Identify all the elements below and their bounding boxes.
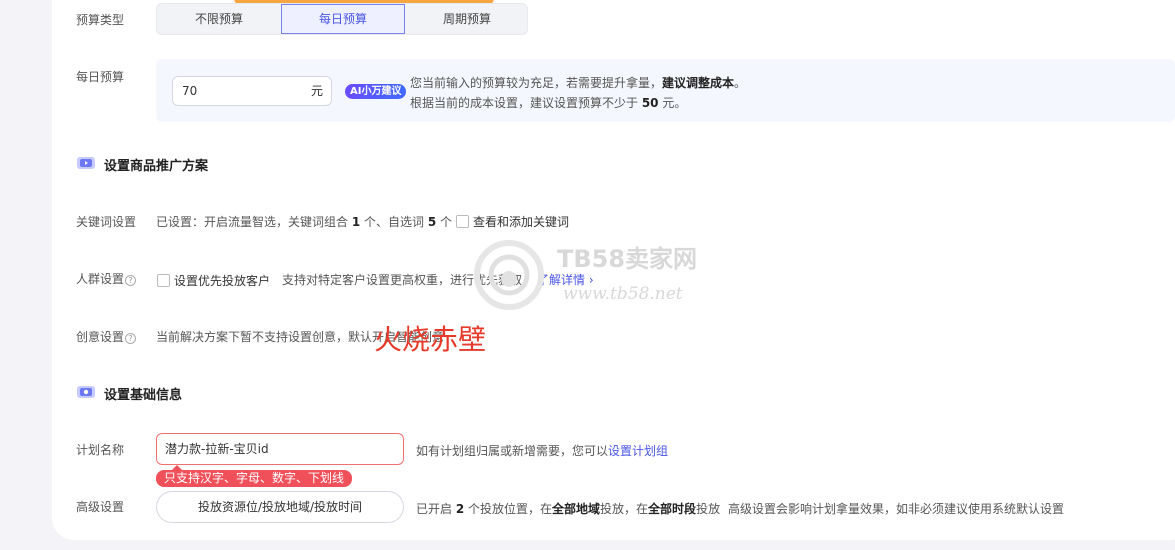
plan-name-error: 只支持汉字、字母、数字、下划线	[156, 465, 353, 487]
adv-mid2: 投放，在	[600, 502, 649, 516]
daily-budget-unit: 元	[310, 84, 323, 98]
creative-label: 创意设置?	[76, 328, 137, 345]
region-bold: 全部地域	[552, 502, 601, 516]
advanced-note: 高级设置会影响计划拿量效果，如非必须建议使用系统默认设置	[728, 502, 1065, 516]
hint2-bold: 50	[641, 96, 659, 110]
hint1-suffix: 。	[734, 76, 747, 90]
budget-option-period[interactable]: 周期预算	[405, 4, 529, 34]
ticket-icon	[77, 386, 95, 398]
help-icon[interactable]: ?	[125, 333, 137, 344]
advanced-settings-button[interactable]: 投放资源位/投放地域/投放时间	[156, 491, 404, 523]
budget-type-selector: 不限预算 每日预算 周期预算	[156, 3, 528, 35]
budget-hint-line1: 您当前输入的预算较为充足，若需要提升拿量，建议调整成本。	[410, 74, 746, 91]
priority-customer-checkbox[interactable]	[157, 274, 170, 287]
daily-budget-input[interactable]: 70 元	[172, 76, 332, 106]
set-plan-group-link[interactable]: 设置计划组	[608, 444, 668, 458]
section-basic-title: 设置基础信息	[104, 388, 183, 403]
ticket-icon	[77, 157, 95, 169]
budget-option-daily[interactable]: 每日预算	[281, 4, 405, 34]
keywords-label: 关键词设置	[76, 215, 137, 229]
plan-group-hint-text: 如有计划组归属或新增需要，您可以	[416, 444, 609, 458]
adv-prefix: 已开启	[416, 502, 456, 516]
audience-label-text: 人群设置	[76, 272, 125, 286]
section-promo-title: 设置商品推广方案	[104, 159, 209, 174]
priority-customer-label[interactable]: 设置优先投放客户	[174, 272, 270, 289]
adv-suffix: 投放	[696, 502, 721, 516]
daily-budget-label: 每日预算	[76, 70, 125, 84]
time-bold: 全部时段	[648, 502, 697, 516]
advanced-summary: 已开启 2 个投放位置，在全部地域投放，在全部时段投放	[416, 500, 720, 517]
plan-name-input[interactable]: 潜力款-拉新-宝贝id	[156, 433, 404, 465]
plan-group-hint: 如有计划组归属或新增需要，您可以设置计划组	[416, 442, 668, 459]
hint2-suffix: 元。	[658, 96, 687, 110]
position-count: 2	[455, 502, 465, 516]
hint1-prefix: 您当前输入的预算较为充足，若需要提升拿量，	[410, 76, 663, 90]
ai-suggest-badge: AI小万建议	[345, 84, 407, 99]
keyword-combo-count: 1	[351, 215, 361, 229]
advanced-label: 高级设置	[76, 500, 125, 514]
watermark-url: www.tb58.net	[563, 284, 683, 304]
keywords-prefix: 已设置：开启流量智选，关键词组合	[156, 215, 352, 229]
keyword-word-count: 5	[427, 215, 437, 229]
view-keywords-label[interactable]: 查看和添加关键词	[473, 213, 569, 230]
budget-option-unlimited[interactable]: 不限预算	[157, 4, 281, 34]
daily-budget-value: 70	[182, 84, 198, 98]
adv-mid1: 个投放位置，在	[464, 502, 553, 516]
keywords-summary: 已设置：开启流量智选，关键词组合 1 个、自选词 5 个	[156, 213, 452, 230]
audience-label: 人群设置?	[76, 270, 137, 287]
hint2-prefix: 根据当前的成本设置，建议设置预算不少于	[410, 96, 642, 110]
keywords-suffix: 个	[436, 215, 453, 229]
plan-name-label: 计划名称	[76, 443, 125, 457]
creative-label-text: 创意设置	[76, 330, 125, 344]
watermark-brand: TB58卖家网	[557, 245, 698, 273]
hint1-bold: 建议调整成本	[662, 76, 735, 90]
view-keywords-checkbox[interactable]	[456, 215, 469, 228]
overlay-red-text: 火烧赤壁	[374, 323, 487, 356]
help-icon[interactable]: ?	[125, 275, 137, 286]
watermark-logo-icon	[474, 240, 544, 310]
plan-name-value: 潜力款-拉新-宝贝id	[165, 442, 269, 456]
budget-hint-line2: 根据当前的成本设置，建议设置预算不少于 50 元。	[410, 94, 686, 111]
keywords-mid: 个、自选词	[360, 215, 428, 229]
budget-type-label: 预算类型	[76, 13, 125, 27]
